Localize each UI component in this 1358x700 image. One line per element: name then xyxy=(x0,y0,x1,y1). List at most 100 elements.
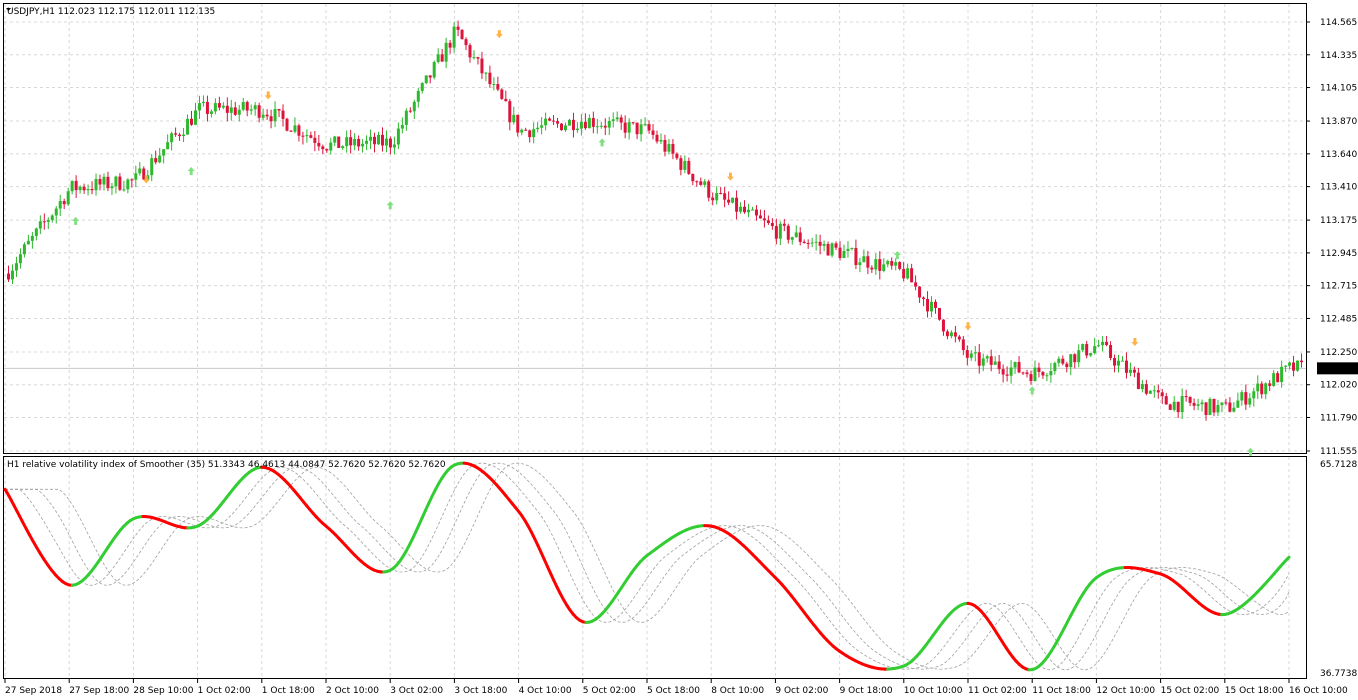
candle-body xyxy=(1184,396,1188,398)
candle-body xyxy=(1001,369,1005,375)
candle-body xyxy=(587,118,591,129)
candle-body xyxy=(90,188,94,191)
candle-body xyxy=(997,361,1001,370)
candle-body xyxy=(838,247,842,258)
price-label: 112.945 xyxy=(1320,249,1357,259)
time-label: 8 Oct 10:00 xyxy=(711,686,764,696)
candle-body xyxy=(1248,398,1252,405)
candle-body xyxy=(10,270,14,280)
candle-body xyxy=(38,221,42,229)
candle-body xyxy=(345,137,349,147)
candle-body xyxy=(54,208,58,216)
candle-body xyxy=(1168,404,1172,410)
candle-body xyxy=(826,243,830,256)
candle-body xyxy=(663,140,667,152)
candle-body xyxy=(26,240,30,245)
candle-body xyxy=(607,121,611,128)
candle-body xyxy=(806,243,810,245)
candle-body xyxy=(965,350,969,358)
candle-body xyxy=(1069,354,1073,368)
candle-body xyxy=(524,129,528,131)
candle-body xyxy=(361,143,365,147)
candle-body xyxy=(727,199,731,203)
candle-body xyxy=(556,121,560,124)
candle-body xyxy=(591,118,595,127)
candle-body xyxy=(810,242,814,244)
candle-body xyxy=(440,54,444,62)
candle-body xyxy=(313,137,317,143)
candle-body xyxy=(1292,362,1296,371)
candle-body xyxy=(1224,402,1228,404)
time-label: 27 Sep 2018 xyxy=(5,686,62,696)
candle-body xyxy=(1204,402,1208,416)
candle-body xyxy=(1252,391,1256,399)
candle-body xyxy=(448,42,452,48)
price-label: 112.250 xyxy=(1320,348,1357,358)
candle-body xyxy=(14,263,18,271)
candle-body xyxy=(46,220,50,222)
candle-body xyxy=(1117,360,1121,366)
candle-body xyxy=(758,215,762,219)
candle-body xyxy=(1057,358,1061,363)
candle-body xyxy=(754,209,758,216)
candle-body xyxy=(512,114,516,123)
candle-body xyxy=(910,268,914,283)
price-label: 113.410 xyxy=(1320,183,1357,193)
time-label: 28 Sep 10:00 xyxy=(133,686,193,696)
time-label: 11 Oct 18:00 xyxy=(1032,686,1091,696)
candle-body xyxy=(249,109,253,111)
candle-body xyxy=(782,223,786,226)
candle-body xyxy=(162,149,166,156)
candle-body xyxy=(1061,358,1065,364)
candle-body xyxy=(953,332,957,337)
candle-body xyxy=(1272,373,1276,386)
price-label: 111.555 xyxy=(1320,447,1357,457)
candle-body xyxy=(552,120,556,122)
candle-body xyxy=(369,136,373,141)
candle-body xyxy=(1264,383,1268,395)
candle-body xyxy=(1101,341,1105,346)
candle-body xyxy=(1200,402,1204,405)
candle-body xyxy=(687,160,691,174)
candle-body xyxy=(396,128,400,145)
candle-body xyxy=(926,298,930,312)
candle-body xyxy=(94,179,98,191)
candle-body xyxy=(333,136,337,143)
candle-body xyxy=(794,232,798,238)
price-label: 114.565 xyxy=(1320,18,1357,28)
candle-body xyxy=(866,256,870,268)
candle-body xyxy=(186,118,190,135)
chart-canvas[interactable]: 114.565 114.335 114.105 113.870 113.640 113.4… xyxy=(0,0,1358,700)
candle-body xyxy=(1280,366,1284,383)
candle-body xyxy=(488,72,492,85)
candle-body xyxy=(770,223,774,227)
candle-body xyxy=(623,122,627,133)
candle-body xyxy=(699,181,703,185)
time-label: 3 Oct 18:00 xyxy=(454,686,507,696)
candle-body xyxy=(739,206,743,212)
candle-body xyxy=(1212,398,1216,413)
time-label: 3 Oct 02:00 xyxy=(390,686,443,696)
candle-body xyxy=(643,124,647,126)
candle-body xyxy=(245,102,249,111)
candle-body xyxy=(651,130,655,135)
candle-body xyxy=(930,301,934,312)
candle-body xyxy=(130,179,134,181)
candle-body xyxy=(213,103,217,112)
candle-body xyxy=(1033,367,1037,382)
candle-body xyxy=(460,29,464,40)
candle-body xyxy=(766,220,770,224)
candle-body xyxy=(993,361,997,365)
candle-body xyxy=(496,84,500,90)
candle-body xyxy=(170,133,174,143)
price-label: 114.105 xyxy=(1320,84,1357,94)
candle-body xyxy=(74,180,78,191)
candle-body xyxy=(1053,362,1057,372)
candle-body xyxy=(878,259,882,271)
candle-body xyxy=(365,140,369,144)
candle-body xyxy=(388,138,392,148)
current-price-label: 112.135 xyxy=(1320,364,1357,374)
candle-body xyxy=(432,62,436,78)
rvi-scale-bottom: 36.7738 xyxy=(1320,669,1357,679)
time-label: 4 Oct 10:00 xyxy=(519,686,572,696)
